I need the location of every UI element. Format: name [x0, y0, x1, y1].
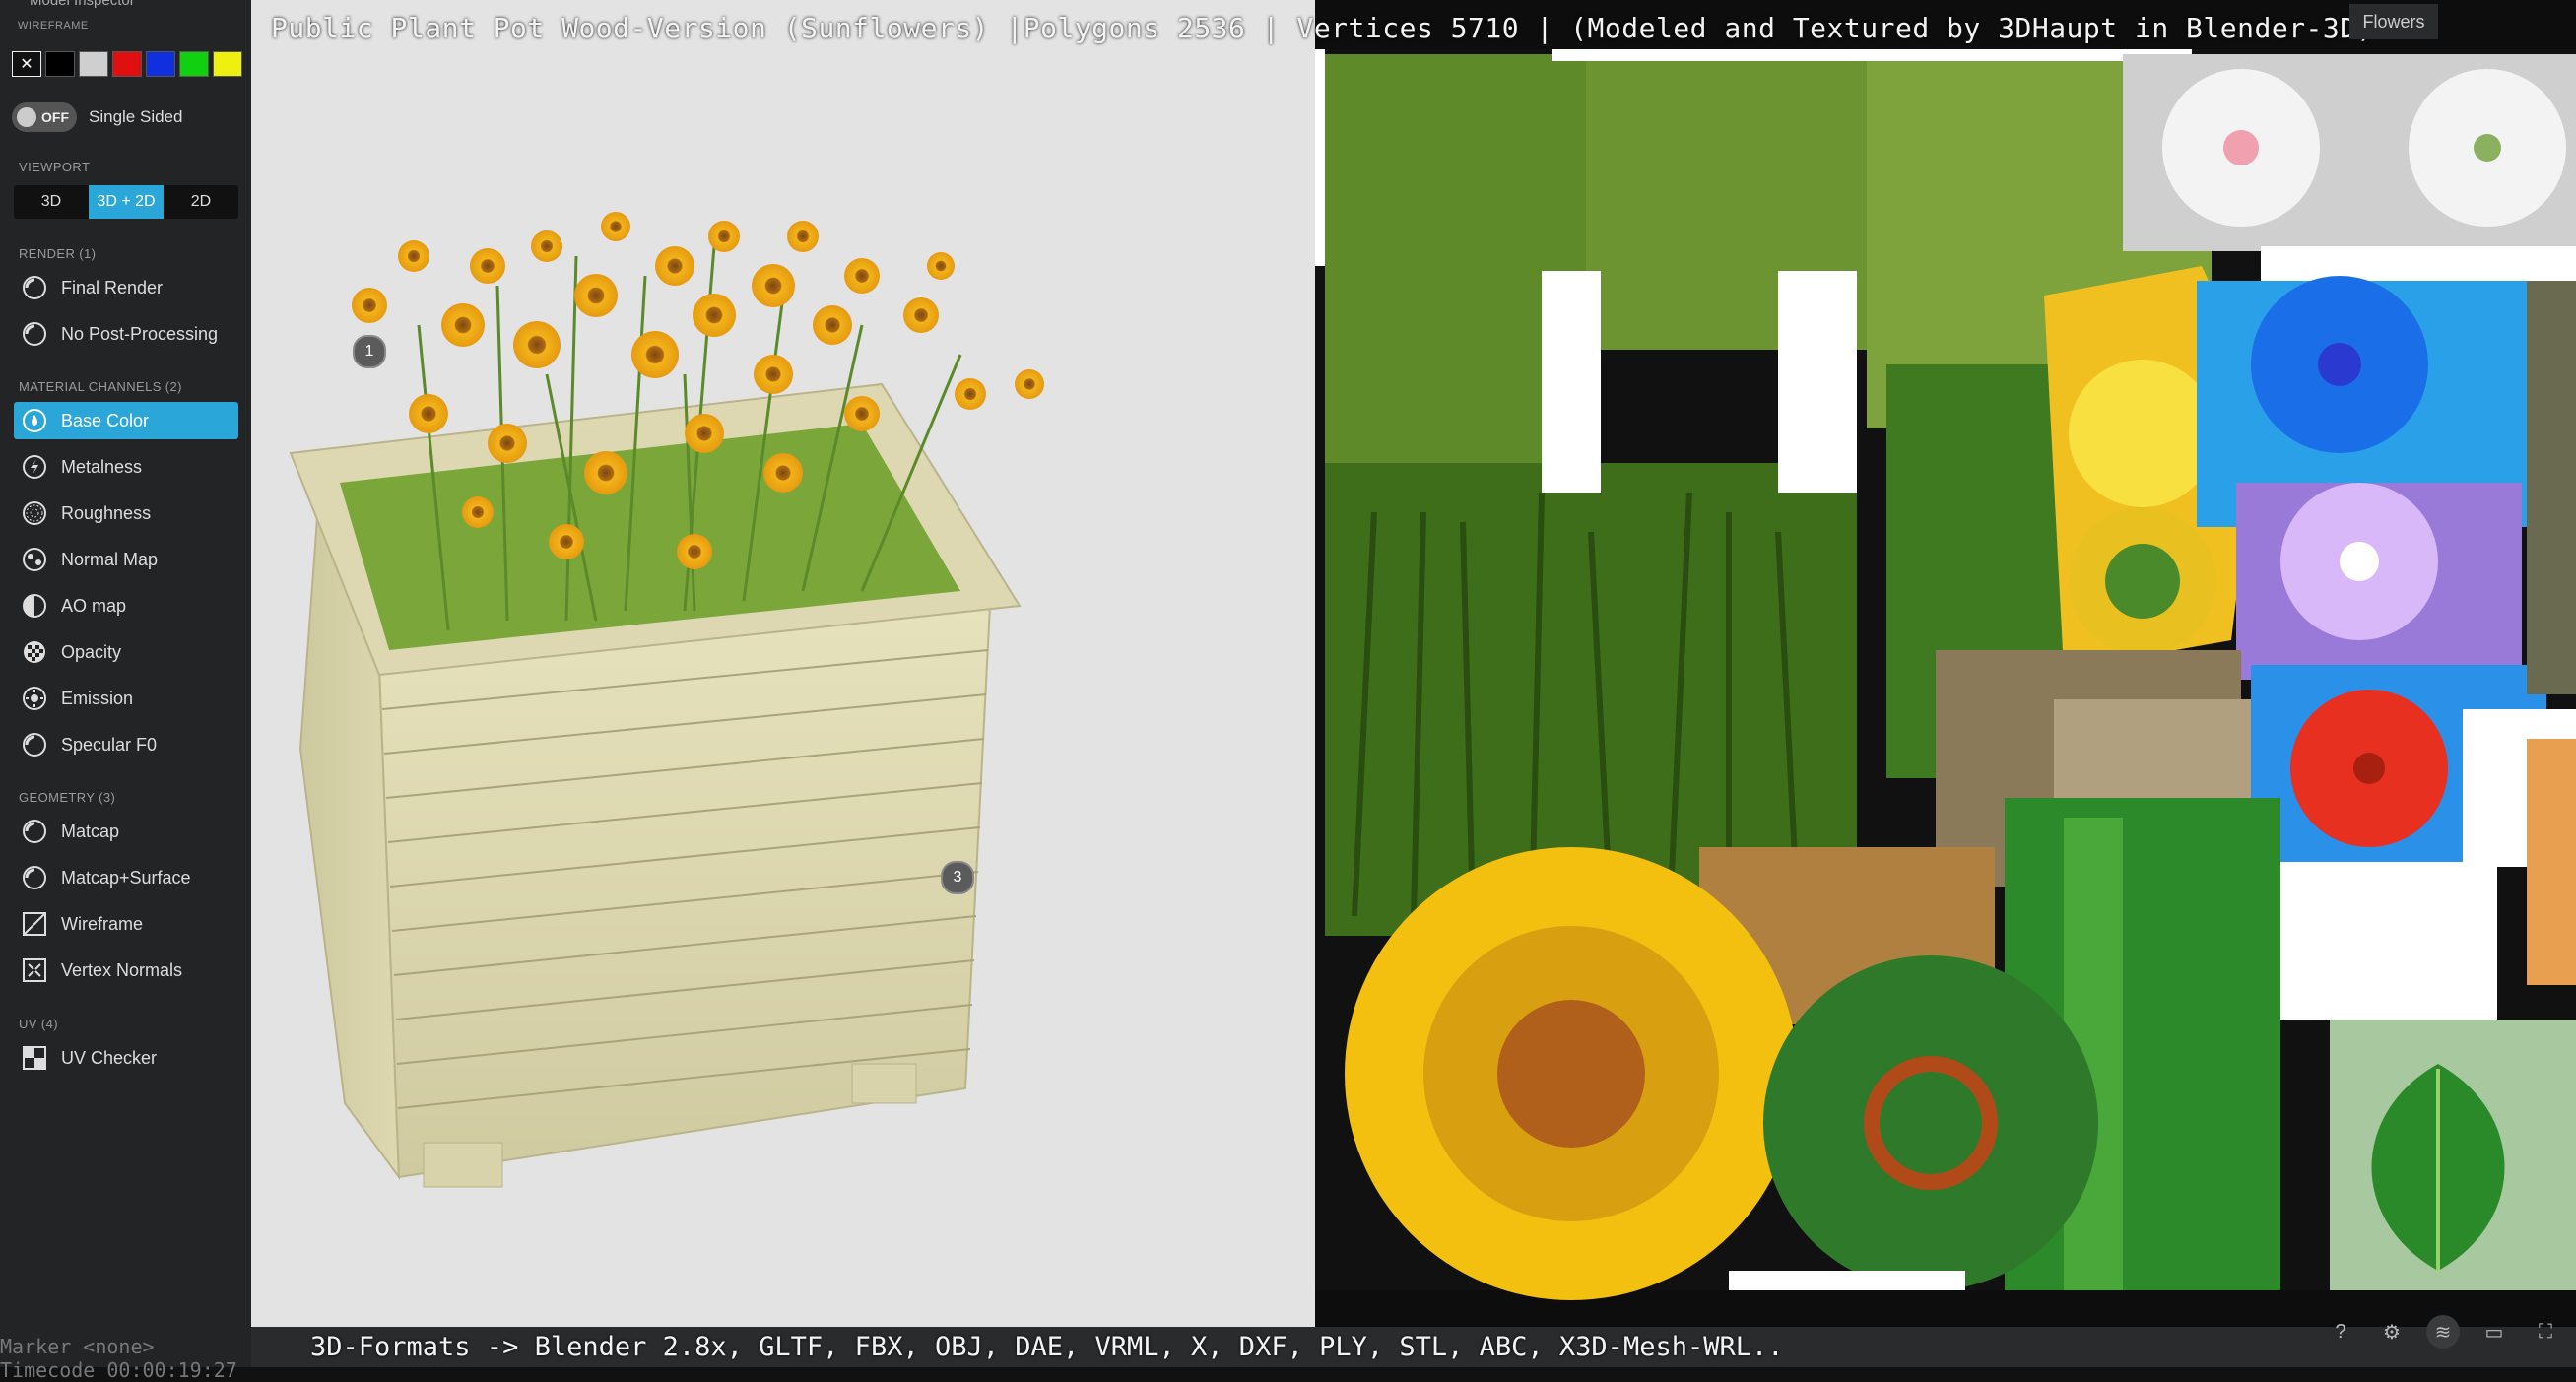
uv-section-label: UV (4) — [19, 1017, 58, 1031]
wireframe-color-red[interactable] — [112, 51, 142, 77]
final-render-item[interactable]: Final Render — [14, 269, 238, 306]
matcap-icon — [20, 817, 49, 846]
roughness-item[interactable]: Roughness — [14, 494, 238, 532]
ao-map-label: AO map — [61, 595, 127, 616]
wireframe-section-label: WIREFRAME — [18, 20, 89, 32]
opacity-icon — [20, 637, 49, 667]
layers-icon[interactable]: ≋ — [2426, 1315, 2460, 1349]
wireframe-color-yellow[interactable] — [213, 51, 242, 77]
no-post-processing-label: No Post-Processing — [61, 323, 219, 344]
fullscreen-icon[interactable]: ⛶ — [2529, 1315, 2562, 1349]
matcap-surface-icon — [20, 863, 49, 892]
wireframe-off-swatch[interactable]: ✕ — [12, 51, 41, 77]
help-icon[interactable]: ? — [2324, 1315, 2357, 1349]
render-section-label: RENDER (1) — [19, 246, 97, 261]
hotspot-1[interactable]: 1 — [353, 335, 386, 368]
uv-checker-label: UV Checker — [61, 1047, 158, 1068]
wireframe-color-gray[interactable] — [79, 51, 108, 77]
viewport-3d-button[interactable]: 3D — [14, 185, 89, 219]
viewport-2d-button[interactable]: 2D — [164, 185, 238, 219]
matcap-surface-label: Matcap+Surface — [61, 867, 191, 888]
vertex-normals-item[interactable]: Vertex Normals — [14, 952, 238, 989]
inspector-title: Model Inspector — [30, 0, 135, 9]
single-sided-toggle[interactable]: OFF — [12, 102, 77, 132]
metalness-item[interactable]: Metalness — [14, 448, 238, 486]
formats-caption: 3D-Formats -> Blender 2.8x, GLTF, FBX, O… — [310, 1332, 1784, 1362]
3d-viewport[interactable]: 1 3 — [251, 0, 1315, 1330]
vertex-normals-label: Vertex Normals — [61, 959, 183, 980]
wireframe-color-blue[interactable] — [146, 51, 175, 77]
vertex-normals-icon — [20, 955, 49, 985]
base-color-item[interactable]: Base Color — [14, 402, 238, 439]
ao-map-item[interactable]: AO map — [14, 587, 238, 625]
single-sided-label: Single Sided — [89, 107, 183, 126]
tab-flowers[interactable]: Flowers — [2349, 4, 2438, 39]
emission-icon — [20, 684, 49, 713]
metalness-icon — [20, 452, 49, 482]
emission-item[interactable]: Emission — [14, 680, 238, 717]
viewport-section-label: VIEWPORT — [19, 160, 91, 174]
normal-map-icon — [20, 545, 49, 574]
texture-atlas — [1315, 49, 2576, 1300]
wireframe-color-black[interactable] — [45, 51, 75, 77]
matcap-label: Matcap — [61, 821, 120, 841]
wireframe-label: Wireframe — [61, 913, 144, 934]
toggle-state: OFF — [41, 109, 69, 125]
viewport-mode-selector: 3D 3D + 2D 2D — [14, 185, 238, 219]
base-color-icon — [20, 406, 49, 435]
no-post-processing-icon — [20, 319, 49, 349]
emission-label: Emission — [61, 688, 134, 708]
normal-map-label: Normal Map — [61, 549, 159, 569]
wireframe-icon — [20, 909, 49, 939]
specular-icon — [20, 730, 49, 759]
final-render-icon — [20, 273, 49, 302]
hotspot-3[interactable]: 3 — [941, 861, 974, 894]
marker-timecode-overlay: Marker <none> Timecode 00:00:19:27 — [0, 1335, 237, 1382]
normal-map-item[interactable]: Normal Map — [14, 541, 238, 578]
wireframe-item[interactable]: Wireframe — [14, 905, 238, 943]
specular-f0-item[interactable]: Specular F0 — [14, 726, 238, 763]
uv-checker-item[interactable]: UV Checker — [14, 1039, 238, 1077]
model-inspector-sidebar: Model Inspector WIREFRAME ✕ OFF Single S… — [0, 0, 251, 1382]
bottom-right-toolbar: ? ⚙ ≋ ▭ ⛶ — [2324, 1315, 2562, 1349]
uv-checker-icon — [20, 1043, 49, 1073]
wireframe-color-swatches: ✕ — [12, 51, 242, 77]
viewport-3d-2d-button[interactable]: 3D + 2D — [89, 185, 164, 219]
roughness-icon — [20, 498, 49, 528]
uv-texture-panel[interactable] — [1315, 0, 2576, 1330]
metalness-label: Metalness — [61, 456, 143, 477]
final-render-label: Final Render — [61, 277, 164, 297]
roughness-label: Roughness — [61, 502, 152, 523]
ao-map-icon — [20, 591, 49, 621]
single-sided-row: OFF Single Sided — [12, 102, 182, 132]
settings-icon[interactable]: ⚙ — [2375, 1315, 2409, 1349]
matcap-surface-item[interactable]: Matcap+Surface — [14, 859, 238, 896]
opacity-label: Opacity — [61, 641, 122, 662]
material-channels-section-label: MATERIAL CHANNELS (2) — [19, 379, 182, 394]
matcap-item[interactable]: Matcap — [14, 813, 238, 850]
base-color-label: Base Color — [61, 410, 150, 430]
geometry-section-label: GEOMETRY (3) — [19, 790, 116, 805]
wireframe-color-green[interactable] — [179, 51, 209, 77]
specular-f0-label: Specular F0 — [61, 734, 158, 755]
sidebar-header: Model Inspector WIREFRAME — [0, 0, 251, 35]
opacity-item[interactable]: Opacity — [14, 633, 238, 671]
plant-pot-model — [289, 212, 1044, 1188]
vr-icon[interactable]: ▭ — [2477, 1315, 2511, 1349]
no-post-processing-item[interactable]: No Post-Processing — [14, 315, 238, 353]
toggle-knob — [17, 107, 36, 127]
